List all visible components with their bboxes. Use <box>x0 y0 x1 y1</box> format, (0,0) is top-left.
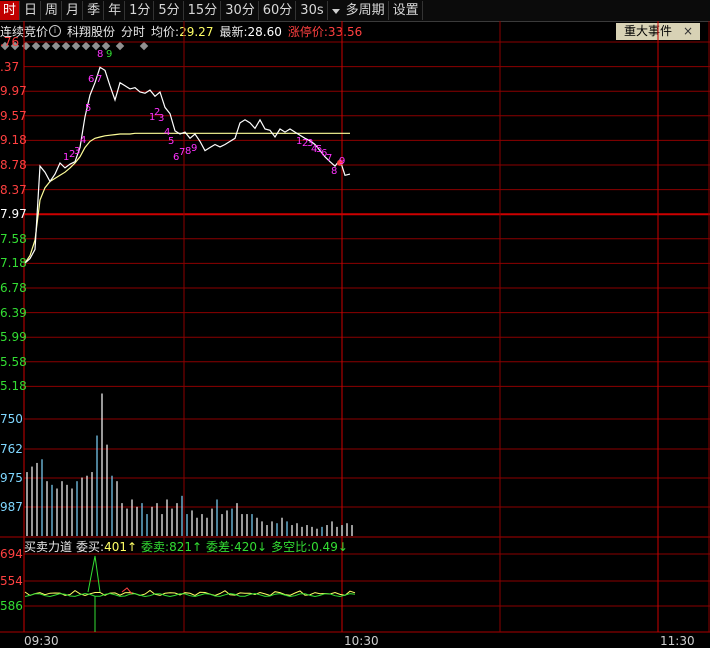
price-tick-label: 5.99 <box>0 330 27 345</box>
flow-tick-label: 586 <box>0 599 23 613</box>
price-tick-label: 7.97 <box>0 207 27 222</box>
price-tick-label: 6.78 <box>0 281 27 295</box>
time-tick-label: 10:30 <box>344 634 379 648</box>
flow-tick-label: 694 <box>0 547 23 561</box>
buy-label: 委买: <box>76 540 105 554</box>
flow-tick-label: 554 <box>0 574 23 588</box>
sequence-marker: 9 <box>191 143 197 154</box>
sequence-marker: 3 <box>158 113 164 124</box>
diff-value: 420↓ <box>234 539 268 554</box>
buy-value: 401↑ <box>104 539 138 554</box>
price-tick-label: 9.18 <box>0 133 27 148</box>
price-tick-label: 8.37 <box>0 182 27 197</box>
price-tick-label: 7.18 <box>0 256 27 271</box>
sequence-marker: 6 <box>88 74 94 85</box>
volume-tick-label: 987 <box>0 500 23 514</box>
ratio-value: 0.49↓ <box>311 539 348 554</box>
sell-label: 委卖: <box>141 540 170 554</box>
price-tick-label: .76 <box>0 35 20 49</box>
order-flow-bar: 买卖力道 委买: 401↑ 委卖: 821↑ 委差: 420↓ 多空比: 0.4… <box>24 539 352 555</box>
time-tick-label: 11:30 <box>660 634 695 648</box>
flow-title: 买卖力道 <box>24 540 73 554</box>
price-tick-label: 9.57 <box>0 108 27 123</box>
sequence-marker: 7 <box>96 74 102 85</box>
volume-tick-label: 975 <box>0 471 23 485</box>
volume-tick-label: 750 <box>0 412 23 426</box>
price-tick-label: .37 <box>0 59 20 74</box>
diff-label: 委差: <box>206 540 235 554</box>
sequence-marker: 8 <box>97 49 103 60</box>
price-tick-label: 9.97 <box>0 84 27 99</box>
ratio-label: 多空比: <box>271 540 312 554</box>
sequence-marker: 8 <box>331 166 337 177</box>
sequence-marker: 3 <box>74 146 80 157</box>
sequence-marker: 5 <box>168 136 174 147</box>
price-tick-label: 6.39 <box>0 305 27 320</box>
sequence-marker: 7 <box>326 153 332 164</box>
price-tick-label: 5.18 <box>0 379 27 394</box>
sequence-marker: 9 <box>106 49 112 60</box>
flow-spike <box>87 555 101 593</box>
price-tick-label: 8.78 <box>0 158 27 172</box>
sequence-marker: 5 <box>85 103 91 114</box>
sequence-marker: 9 <box>339 156 345 167</box>
price-tick-label: 7.58 <box>0 231 27 246</box>
sell-value: 821↑ <box>169 539 203 554</box>
volume-tick-label: 762 <box>0 442 23 456</box>
time-tick-label: 09:30 <box>24 634 59 648</box>
sequence-marker: 4 <box>80 135 86 146</box>
price-tick-label: 5.58 <box>0 354 27 369</box>
buy-power-line <box>24 589 356 597</box>
